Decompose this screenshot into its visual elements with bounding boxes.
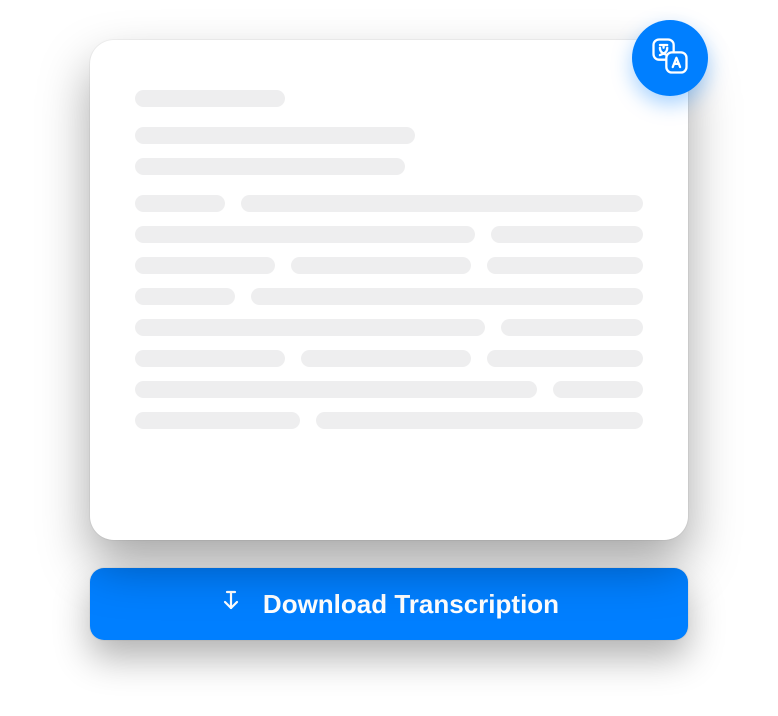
- skeleton-line: [135, 319, 643, 336]
- skeleton-title: [135, 90, 285, 107]
- translate-icon: [648, 34, 692, 82]
- skeleton-line: [135, 412, 643, 429]
- skeleton-line: [135, 288, 643, 305]
- document-skeleton-content: [135, 90, 643, 429]
- skeleton-line: [135, 127, 415, 144]
- skeleton-line: [135, 257, 643, 274]
- skeleton-line: [135, 350, 643, 367]
- skeleton-line: [135, 381, 643, 398]
- download-transcription-button[interactable]: Download Transcription: [90, 568, 688, 640]
- download-icon: [219, 589, 243, 620]
- translate-badge[interactable]: [632, 20, 708, 96]
- download-button-label: Download Transcription: [263, 589, 559, 620]
- skeleton-line: [135, 226, 643, 243]
- skeleton-line: [135, 158, 405, 175]
- skeleton-line: [135, 195, 643, 212]
- transcription-document-card: [90, 40, 688, 540]
